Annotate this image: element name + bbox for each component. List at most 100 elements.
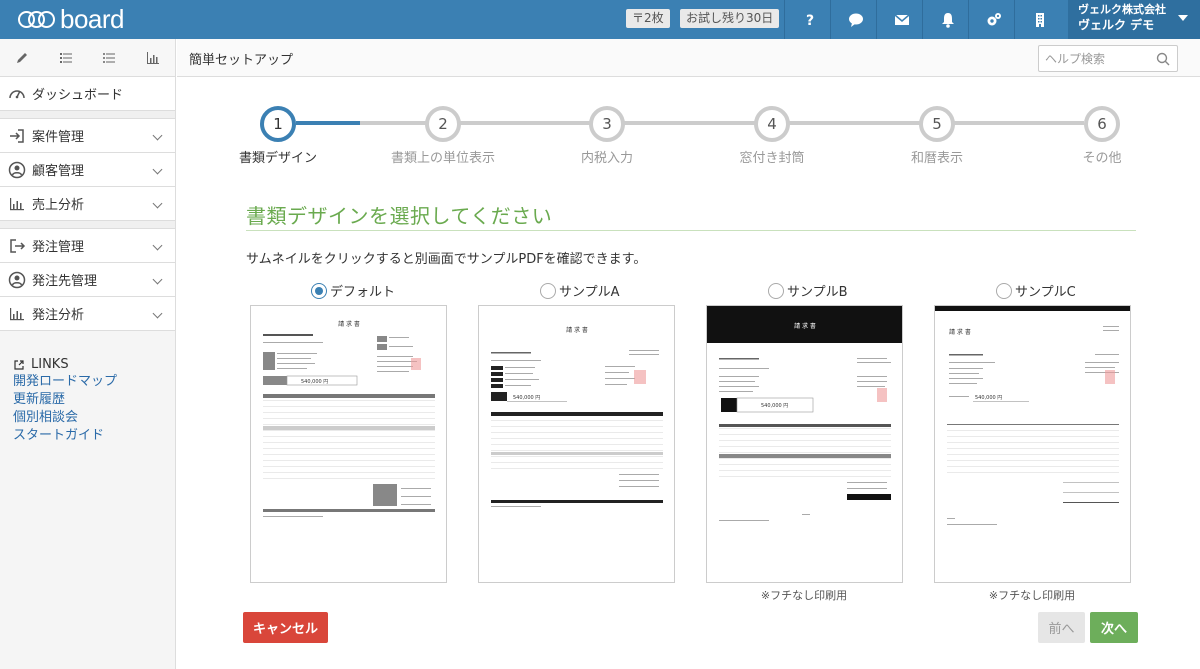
invoice-preview-sample-c: 請 求 書 540,000 円 xyxy=(935,306,1130,525)
borderless-note-sample-c: ※フチなし印刷用 xyxy=(988,589,1076,602)
chart-icon xyxy=(147,51,160,64)
sidebar-item-label: 売上分析 xyxy=(32,198,85,213)
logo-rings-icon xyxy=(18,8,58,30)
step-4-label: 窓付き封筒 xyxy=(739,151,805,166)
step-5-label: 和暦表示 xyxy=(910,151,964,166)
search-icon[interactable] xyxy=(1156,52,1170,66)
sidebar: ダッシュボード 案件管理 顧客管理 売上分析 発注管理 発注先管理 発注分析 L… xyxy=(0,39,176,669)
step-5[interactable]: 5 xyxy=(919,106,955,142)
sidebar-item-projects[interactable]: 案件管理 xyxy=(0,119,175,153)
svg-text:請 求 書: 請 求 書 xyxy=(566,326,588,334)
sidebar-item-label: 発注管理 xyxy=(32,240,85,255)
chevron-down-icon xyxy=(152,240,163,251)
sidebar-tool-chart[interactable] xyxy=(131,39,175,76)
chevron-down-icon xyxy=(152,164,163,175)
step-2[interactable]: 2 xyxy=(425,106,461,142)
thumbnail-sample-b[interactable]: 請 求 書 540,000 円 xyxy=(706,305,903,583)
next-button[interactable]: 次へ xyxy=(1090,612,1138,643)
radio-sample-c[interactable] xyxy=(996,282,1012,299)
list-alt-icon xyxy=(103,52,116,63)
cancel-button[interactable]: キャンセル xyxy=(243,612,328,643)
notification-button[interactable] xyxy=(922,0,973,39)
sidebar-item-label: 顧客管理 xyxy=(32,164,85,179)
page-title: 簡単セットアップ xyxy=(189,53,294,68)
company-button[interactable] xyxy=(1014,0,1065,39)
link-consultation[interactable]: 個別相談会 xyxy=(13,409,117,427)
step-3-label: 内税入力 xyxy=(580,151,634,166)
sidebar-divider xyxy=(0,221,175,229)
pencil-icon xyxy=(16,52,27,63)
design-option-sample-a[interactable]: サンプルA xyxy=(540,281,620,300)
invoice-preview-sample-b: 請 求 書 540,000 円 xyxy=(707,306,902,521)
stepper-progress-line xyxy=(296,121,360,125)
user-menu[interactable]: ヴェルク株式会社 ヴェルク デモ xyxy=(1068,0,1200,39)
sidebar-item-order-analysis[interactable]: 発注分析 xyxy=(0,297,175,331)
sidebar-item-label: 案件管理 xyxy=(32,130,85,145)
svg-text:540,000 円: 540,000 円 xyxy=(975,395,1002,401)
radio-default[interactable] xyxy=(311,282,327,299)
step-1[interactable]: 1 xyxy=(260,106,296,142)
design-option-sample-b[interactable]: サンプルB xyxy=(768,281,848,300)
option-label: サンプルA xyxy=(559,285,620,300)
sidebar-tool-list-alt[interactable] xyxy=(88,39,132,76)
settings-button[interactable] xyxy=(968,0,1019,39)
chevron-down-icon xyxy=(152,198,163,209)
external-link-icon xyxy=(14,359,24,370)
sidebar-item-label: 発注先管理 xyxy=(32,274,98,289)
option-label: サンプルB xyxy=(787,285,848,300)
option-label: サンプルC xyxy=(1015,285,1076,300)
sidebar-item-dashboard[interactable]: ダッシュボード xyxy=(0,77,175,111)
prev-button[interactable]: 前へ xyxy=(1038,612,1085,643)
chat-button[interactable] xyxy=(830,0,881,39)
list-icon xyxy=(59,52,72,63)
step-6[interactable]: 6 xyxy=(1084,106,1120,142)
borderless-note-sample-b: ※フチなし印刷用 xyxy=(760,589,848,602)
heading-underline xyxy=(246,230,1136,231)
design-option-sample-c[interactable]: サンプルC xyxy=(996,281,1076,300)
user-circle-icon xyxy=(8,161,26,178)
svg-text:請 求 書: 請 求 書 xyxy=(794,322,816,330)
sidebar-item-customers[interactable]: 顧客管理 xyxy=(0,153,175,187)
sidebar-item-suppliers[interactable]: 発注先管理 xyxy=(0,263,175,297)
thumbnail-default[interactable]: 請 求 書 540,000 円 xyxy=(250,305,447,583)
logo[interactable]: board xyxy=(18,4,125,34)
thumbnail-sample-c[interactable]: 請 求 書 540,000 円 xyxy=(934,305,1131,583)
user-circle-icon xyxy=(8,271,26,288)
radio-sample-b[interactable] xyxy=(768,282,784,299)
link-changelog[interactable]: 更新履歴 xyxy=(13,391,117,409)
invoice-preview-sample-a: 請 求 書 540,000 円 xyxy=(491,326,663,507)
chat-icon xyxy=(849,13,863,27)
sidebar-item-label: ダッシュボード xyxy=(32,88,124,103)
sidebar-tool-list[interactable] xyxy=(44,39,88,76)
stepper-track-line xyxy=(360,121,1084,125)
mail-icon xyxy=(894,13,910,25)
link-roadmap[interactable]: 開発ロードマップ xyxy=(13,373,117,391)
building-icon xyxy=(1036,12,1044,27)
invoice-preview-default: 請 求 書 540,000 円 xyxy=(263,320,435,517)
chevron-down-icon xyxy=(152,308,163,319)
svg-text:請 求 書: 請 求 書 xyxy=(338,320,360,328)
design-option-default[interactable]: デフォルト xyxy=(311,281,395,300)
top-bar: board 〒2枚 お試し残り30日 ? ヴェルク株式会社 ヴェルク デモ xyxy=(0,0,1200,39)
help-button[interactable]: ? xyxy=(784,0,835,39)
thumbnail-sample-a[interactable]: 請 求 書 540,000 円 xyxy=(478,305,675,583)
help-search-input[interactable] xyxy=(1045,46,1155,71)
dashboard-gauge-icon xyxy=(9,89,25,98)
mail-button[interactable] xyxy=(876,0,927,39)
sidebar-tool-pencil[interactable] xyxy=(0,39,44,76)
option-label: デフォルト xyxy=(330,285,396,300)
sidebar-item-sales-analysis[interactable]: 売上分析 xyxy=(0,187,175,221)
step-6-label: その他 xyxy=(1082,151,1122,166)
link-start-guide[interactable]: スタートガイド xyxy=(13,427,117,445)
caret-down-icon xyxy=(1178,15,1188,21)
sidebar-item-label: 発注分析 xyxy=(32,308,85,323)
radio-sample-a[interactable] xyxy=(540,282,556,299)
settings-icon xyxy=(987,12,1001,25)
bar-chart-icon xyxy=(10,307,24,320)
step-4[interactable]: 4 xyxy=(754,106,790,142)
trial-badge: お試し残り30日 xyxy=(680,9,780,28)
svg-text:540,000 円: 540,000 円 xyxy=(513,395,540,401)
sidebar-item-orders[interactable]: 発注管理 xyxy=(0,229,175,263)
step-3[interactable]: 3 xyxy=(589,106,625,142)
bar-chart-icon xyxy=(10,197,24,210)
